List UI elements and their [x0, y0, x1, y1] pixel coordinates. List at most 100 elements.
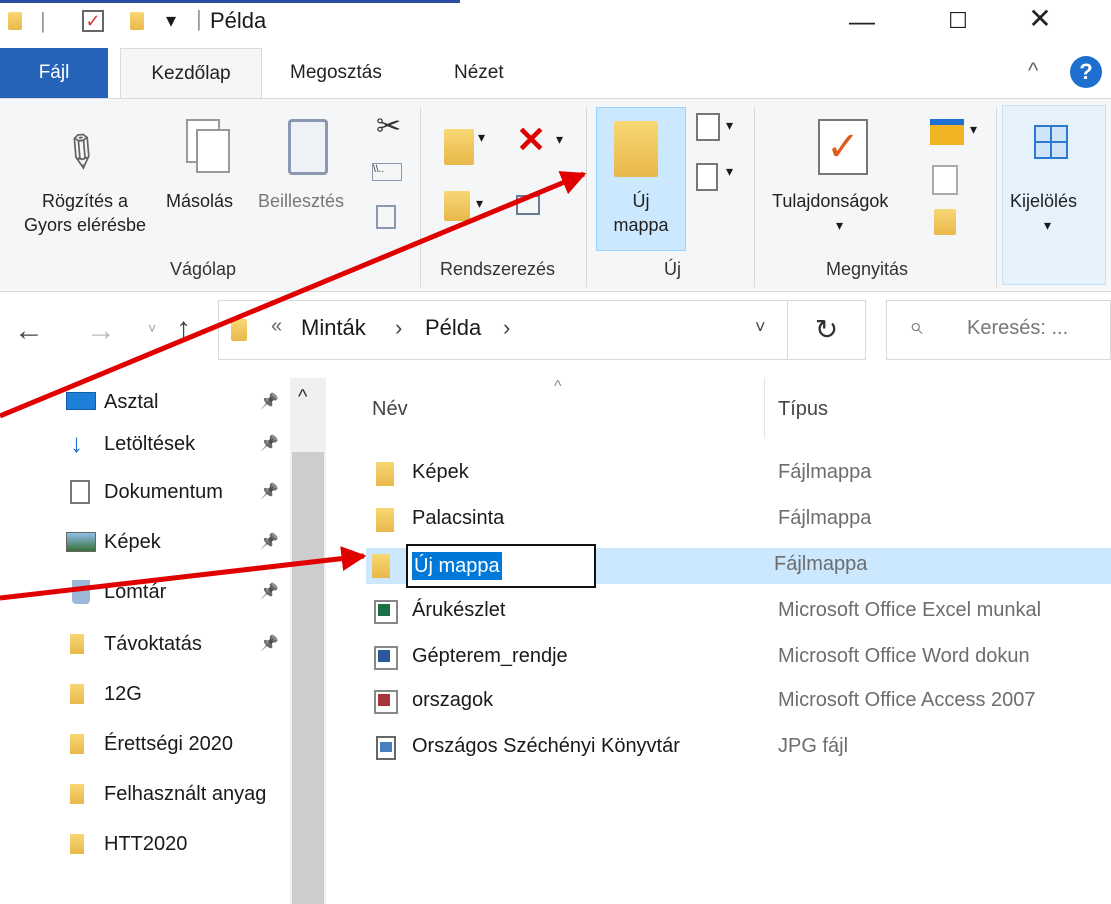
breadcrumb-chevron-icon[interactable]: › — [395, 315, 402, 341]
rename-icon[interactable] — [516, 195, 540, 215]
search-box[interactable]: ⌕ Keresés: ... — [886, 300, 1111, 360]
nav-item-label: Asztal — [104, 390, 159, 413]
column-name[interactable]: Név — [372, 398, 408, 421]
properties-button[interactable]: Tulajdonságok — [772, 189, 888, 213]
maximize-button[interactable]: ☐ — [938, 8, 978, 34]
nav-item[interactable]: Felhasznált anyag — [66, 776, 266, 812]
nav-item[interactable]: Dokumentum — [66, 474, 223, 510]
tab-file[interactable]: Fájl — [0, 48, 108, 98]
nav-item[interactable]: HTT2020 — [66, 826, 187, 862]
column-divider[interactable] — [764, 378, 765, 438]
file-row[interactable]: Palacsinta Fájlmappa — [370, 502, 1111, 538]
new-item-icon[interactable] — [696, 113, 720, 141]
back-icon[interactable]: ← — [14, 314, 44, 348]
select-dropdown-icon[interactable]: ▾ — [1044, 217, 1051, 234]
address-bar-row: ← → ˅ ↑ « Minták › Példa › ˅ ↻ ⌕ Keresés… — [0, 292, 1111, 378]
address-box[interactable]: « Minták › Példa › ˅ — [218, 300, 788, 360]
paste-shortcut-icon[interactable] — [376, 205, 396, 229]
address-dropdown-icon[interactable]: ˅ — [755, 317, 766, 338]
file-type: Fájlmappa — [774, 553, 868, 575]
sort-indicator-icon: ^ — [554, 378, 562, 395]
file-row[interactable]: Gépterem_rendje Microsoft Office Word dok… — [370, 640, 1111, 676]
folder-icon — [376, 462, 394, 486]
pin-quick-access-button[interactable]: Rögzítés a Gyors elérésbe — [0, 189, 170, 237]
edit-icon[interactable] — [932, 165, 958, 195]
window-title: Példa — [210, 8, 267, 33]
search-icon: ⌕ — [909, 313, 923, 340]
delete-icon[interactable]: ✕ — [516, 119, 546, 161]
properties-dropdown-icon[interactable]: ▾ — [836, 217, 843, 234]
file-row[interactable]: orszagok Microsoft Office Access 2007 — [370, 684, 1111, 720]
pin-icon[interactable]: 📌 — [260, 482, 279, 500]
open-dropdown-icon[interactable]: ▾ — [970, 121, 977, 138]
tab-view[interactable]: Nézet — [444, 48, 514, 98]
new-folder-label-2: mappa — [613, 215, 669, 235]
pin-icon[interactable]: 📌 — [260, 434, 279, 452]
image-icon — [376, 736, 396, 760]
nav-item[interactable]: Képek — [66, 524, 161, 560]
copy-button[interactable]: Másolás — [166, 189, 233, 213]
pin-label-2: Gyors elérésbe — [23, 215, 147, 235]
folder-icon — [376, 508, 394, 532]
pin-icon: ✎ — [50, 121, 111, 184]
file-name: Palacsinta — [412, 507, 505, 529]
rename-input[interactable]: Új mappa — [406, 544, 596, 588]
collapse-ribbon-icon[interactable]: ^ — [1028, 58, 1038, 84]
breadcrumb-mintak[interactable]: Minták — [301, 315, 366, 341]
easy-access-dropdown-icon[interactable]: ▾ — [726, 163, 733, 180]
downloads-icon: ↓ — [70, 428, 83, 458]
quick-access-dropdown-icon[interactable]: ▾ — [166, 8, 176, 33]
new-folder-quick-icon[interactable] — [130, 12, 144, 30]
pin-icon[interactable]: 📌 — [260, 634, 279, 652]
properties-icon: ✓ — [818, 119, 868, 175]
up-icon[interactable]: ↑ — [176, 312, 191, 346]
copy-path-icon[interactable]: \\.. — [372, 163, 402, 181]
copy-to-dropdown-icon[interactable]: ▾ — [476, 195, 483, 212]
forward-icon[interactable]: → — [86, 314, 116, 348]
file-row[interactable]: Országos Széchényi Könyvtár JPG fájl — [370, 730, 1111, 766]
move-to-dropdown-icon[interactable]: ▾ — [478, 129, 485, 146]
nav-scrollbar-thumb[interactable] — [292, 452, 324, 904]
nav-item[interactable]: Lomtár — [66, 574, 166, 610]
recent-locations-icon[interactable]: ˅ — [148, 320, 156, 336]
tab-home[interactable]: Kezdőlap — [120, 48, 262, 100]
folder-icon — [231, 319, 247, 341]
open-icon[interactable] — [930, 119, 964, 145]
new-folder-icon — [614, 121, 658, 177]
tab-share[interactable]: Megosztás — [280, 48, 392, 98]
new-item-dropdown-icon[interactable]: ▾ — [726, 117, 733, 134]
column-type[interactable]: Típus — [778, 398, 828, 421]
breadcrumb-pelda[interactable]: Példa — [425, 315, 481, 341]
breadcrumb-overflow[interactable]: « — [271, 315, 282, 338]
group-separator — [996, 107, 997, 287]
nav-item[interactable]: Érettségi 2020 — [66, 726, 233, 762]
refresh-button[interactable]: ↻ — [788, 300, 866, 360]
easy-access-icon[interactable] — [696, 163, 718, 191]
file-type: Microsoft Office Word dokun — [778, 645, 1030, 667]
nav-item[interactable]: Asztal — [66, 384, 158, 420]
pin-icon[interactable]: 📌 — [260, 582, 279, 600]
minimize-button[interactable]: — — [842, 6, 882, 37]
nav-item[interactable]: Távoktatás — [66, 626, 202, 662]
file-row[interactable]: Új mappa Fájlmappa — [366, 544, 1111, 588]
paste-button[interactable]: Beillesztés — [258, 189, 344, 213]
close-button[interactable]: ✕ — [1020, 2, 1060, 35]
pin-icon[interactable]: 📌 — [260, 532, 279, 550]
file-row[interactable]: Képek Fájlmappa — [370, 456, 1111, 492]
nav-item[interactable]: ↓ Letöltések — [66, 426, 195, 462]
history-icon[interactable] — [934, 209, 956, 235]
help-icon[interactable]: ? — [1070, 56, 1102, 88]
file-type: JPG fájl — [778, 735, 849, 757]
copy-to-icon[interactable] — [444, 191, 470, 221]
delete-dropdown-icon[interactable]: ▾ — [556, 131, 563, 148]
group-separator — [420, 107, 421, 287]
pin-icon[interactable]: 📌 — [260, 392, 279, 410]
move-to-icon[interactable] — [444, 129, 474, 165]
properties-check-icon[interactable]: ✓ — [82, 10, 104, 32]
cut-icon[interactable]: ✂ — [376, 109, 401, 144]
breadcrumb-chevron-icon[interactable]: › — [503, 315, 510, 341]
file-row[interactable]: Árukészlet Microsoft Office Excel munkal — [370, 594, 1111, 630]
nav-item-label: Dokumentum — [104, 480, 223, 503]
scroll-up-icon[interactable]: ^ — [298, 386, 307, 409]
nav-item[interactable]: 12G — [66, 676, 142, 712]
